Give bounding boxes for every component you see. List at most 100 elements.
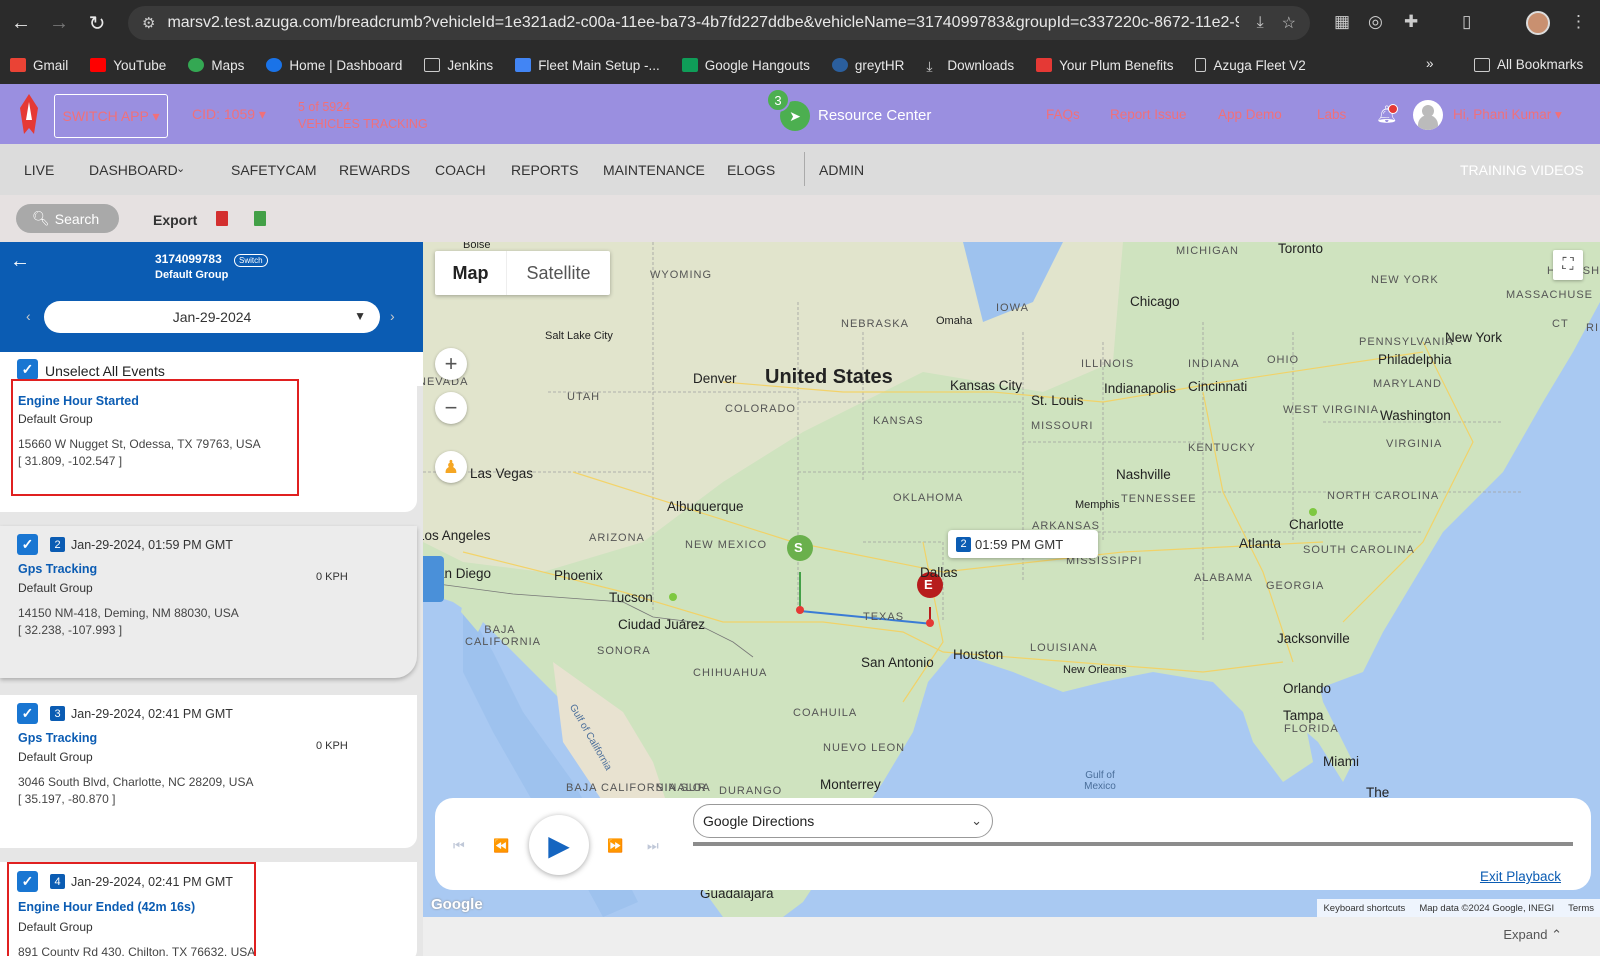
nav-admin[interactable]: ADMIN (819, 162, 864, 178)
export-label: Export (153, 212, 198, 228)
event-card-selected[interactable]: ✓ 2 Jan-29-2024, 01:59 PM GMT Gps Tracki… (0, 526, 417, 678)
skip-end-icon[interactable]: ⏭ (647, 838, 659, 854)
qr-icon[interactable]: ▦ (1334, 12, 1350, 32)
resource-center-link[interactable]: Resource Center (818, 107, 931, 124)
site-info-icon[interactable]: ⚙ (142, 14, 155, 32)
bookmark-youtube[interactable]: YouTube (90, 58, 166, 73)
nav-elogs[interactable]: ELOGS (727, 162, 775, 178)
nav-live[interactable]: LIVE (24, 162, 54, 178)
side-panel-icon[interactable]: ▯ (1462, 12, 1471, 32)
event-card[interactable]: ✓ 4 Jan-29-2024, 02:41 PM GMT Engine Hou… (0, 862, 417, 956)
chevron-down-icon: ⌄ (971, 813, 982, 828)
terms-link[interactable]: Terms (1568, 903, 1594, 914)
back-icon[interactable]: ← (4, 6, 38, 40)
date-select[interactable]: Jan-29-2024 ▼ (44, 301, 380, 333)
bookmark-fleet-setup[interactable]: Fleet Main Setup -... (515, 58, 660, 73)
nav-reports[interactable]: REPORTS (511, 162, 578, 178)
forward-icon[interactable]: → (42, 6, 76, 40)
bookmark-downloads[interactable]: ⤓ Downloads (926, 58, 1014, 75)
tab-satellite[interactable]: Satellite (507, 251, 610, 295)
event-title[interactable]: Engine Hour Started (18, 394, 139, 408)
nav-safetycam[interactable]: SAFETYCAM (231, 162, 317, 178)
address-bar[interactable]: ⚙ marsv2.test.azuga.com/breadcrumb?vehic… (128, 6, 1310, 40)
directions-select[interactable]: Google Directions ⌄ (693, 804, 993, 838)
reload-icon[interactable]: ↻ (80, 6, 114, 40)
map-label: KENTUCKY (1188, 442, 1256, 454)
labs-link[interactable]: Labs (1317, 107, 1346, 122)
bookmark-plum[interactable]: Your Plum Benefits (1036, 58, 1173, 73)
all-bookmarks[interactable]: All Bookmarks (1474, 57, 1583, 72)
switch-vehicle-button[interactable]: Switch (234, 254, 268, 267)
bookmark-azuga[interactable]: Azuga Fleet V2 (1195, 58, 1306, 73)
nav-coach[interactable]: COACH (435, 162, 486, 178)
tab-map[interactable]: Map (435, 251, 507, 295)
event-title[interactable]: Gps Tracking (18, 562, 97, 576)
cid-selector[interactable]: CID: 1059 ▾ (192, 106, 266, 123)
map-view[interactable]: S E United States Toronto MICHIGAN Chica… (423, 242, 1600, 917)
map-label: Gulf of Mexico (1084, 770, 1116, 792)
zoom-out-button[interactable]: − (435, 392, 467, 424)
training-videos-link[interactable]: TRAINING VIDEOS (1460, 162, 1584, 178)
user-avatar[interactable] (1413, 100, 1443, 130)
event-speed: 0 KPH (316, 740, 348, 752)
excel-icon[interactable] (254, 211, 266, 226)
event-number: 3 (50, 706, 65, 721)
bookmark-gmail[interactable]: Gmail (10, 58, 68, 73)
zoom-in-button[interactable]: + (435, 348, 467, 380)
bookmarks-overflow[interactable]: » (1426, 56, 1434, 71)
maps-icon (188, 58, 205, 72)
rewind-icon[interactable]: ⏪ (493, 838, 509, 854)
user-menu[interactable]: Hi, Phani Kumar ▾ (1453, 107, 1562, 123)
unselect-all-checkbox[interactable]: ✓ (17, 359, 38, 380)
back-arrow-icon[interactable]: ← (10, 250, 30, 273)
report-issue-link[interactable]: Report Issue (1110, 107, 1187, 122)
pegman-icon[interactable]: ♟ (435, 451, 467, 483)
bookmark-home-dashboard[interactable]: Home | Dashboard (266, 58, 402, 73)
extension-icon[interactable]: ◎ (1368, 12, 1383, 32)
event-card[interactable]: ✓ 3 Jan-29-2024, 02:41 PM GMT Gps Tracki… (0, 695, 417, 848)
map-label: FLORIDA (1284, 723, 1339, 735)
switch-app-button[interactable]: SWITCH APP ▾ (54, 94, 168, 138)
event-group: Default Group (18, 750, 93, 764)
play-button[interactable]: ▶ (529, 815, 589, 875)
keyboard-shortcuts-link[interactable]: Keyboard shortcuts (1323, 903, 1405, 914)
event-checkbox[interactable]: ✓ (17, 534, 38, 555)
puzzle-icon[interactable]: ✚ (1404, 12, 1418, 32)
profile-avatar[interactable] (1526, 11, 1550, 35)
playback-progress[interactable] (693, 842, 1573, 846)
fullscreen-icon[interactable]: ⛶ (1553, 250, 1583, 280)
start-marker[interactable]: S (794, 540, 803, 555)
map-label: MICHIGAN (1176, 245, 1239, 257)
menu-icon[interactable]: ⋮ (1570, 12, 1587, 32)
app-demo-link[interactable]: App Demo (1218, 107, 1282, 122)
map-label: BAJA CALIFORNIA (465, 624, 542, 648)
skip-start-icon[interactable]: ⏮ (453, 838, 465, 854)
azuga-logo[interactable] (20, 94, 38, 134)
event-group: Default Group (18, 412, 93, 426)
fast-forward-icon[interactable]: ⏩ (607, 838, 623, 854)
panel-toggle-handle[interactable] (423, 556, 444, 602)
next-date-icon[interactable]: › (390, 308, 395, 324)
bookmark-jenkins[interactable]: Jenkins (424, 58, 493, 73)
nav-dashboard[interactable]: DASHBOARD (89, 162, 178, 178)
prev-date-icon[interactable]: ‹ (26, 308, 31, 324)
event-title[interactable]: Engine Hour Ended (42m 16s) (18, 900, 195, 914)
map-label: WEST VIRGINIA (1283, 404, 1379, 416)
star-icon[interactable]: ☆ (1282, 13, 1296, 33)
exit-playback-link[interactable]: Exit Playback (1480, 869, 1561, 884)
bookmark-maps[interactable]: Maps (188, 58, 244, 73)
bookmark-hangouts[interactable]: Google Hangouts (681, 58, 810, 73)
event-title[interactable]: Gps Tracking (18, 731, 97, 745)
event-checkbox[interactable]: ✓ (17, 871, 38, 892)
event-card[interactable]: Engine Hour Started Default Group 15660 … (0, 379, 417, 512)
nav-rewards[interactable]: REWARDS (339, 162, 410, 178)
install-icon[interactable]: ⤓ (1257, 14, 1264, 32)
bookmark-greythr[interactable]: greytHR (831, 58, 904, 73)
event-checkbox[interactable]: ✓ (17, 703, 38, 724)
nav-maintenance[interactable]: MAINTENANCE (603, 162, 705, 178)
pdf-icon[interactable] (216, 211, 228, 226)
chevron-down-icon[interactable]: ⌄ (176, 162, 185, 175)
expand-button[interactable]: Expand ⌃ (1503, 927, 1562, 943)
search-button[interactable]: 🔍︎ Search (16, 204, 119, 233)
faqs-link[interactable]: FAQs (1046, 107, 1080, 122)
